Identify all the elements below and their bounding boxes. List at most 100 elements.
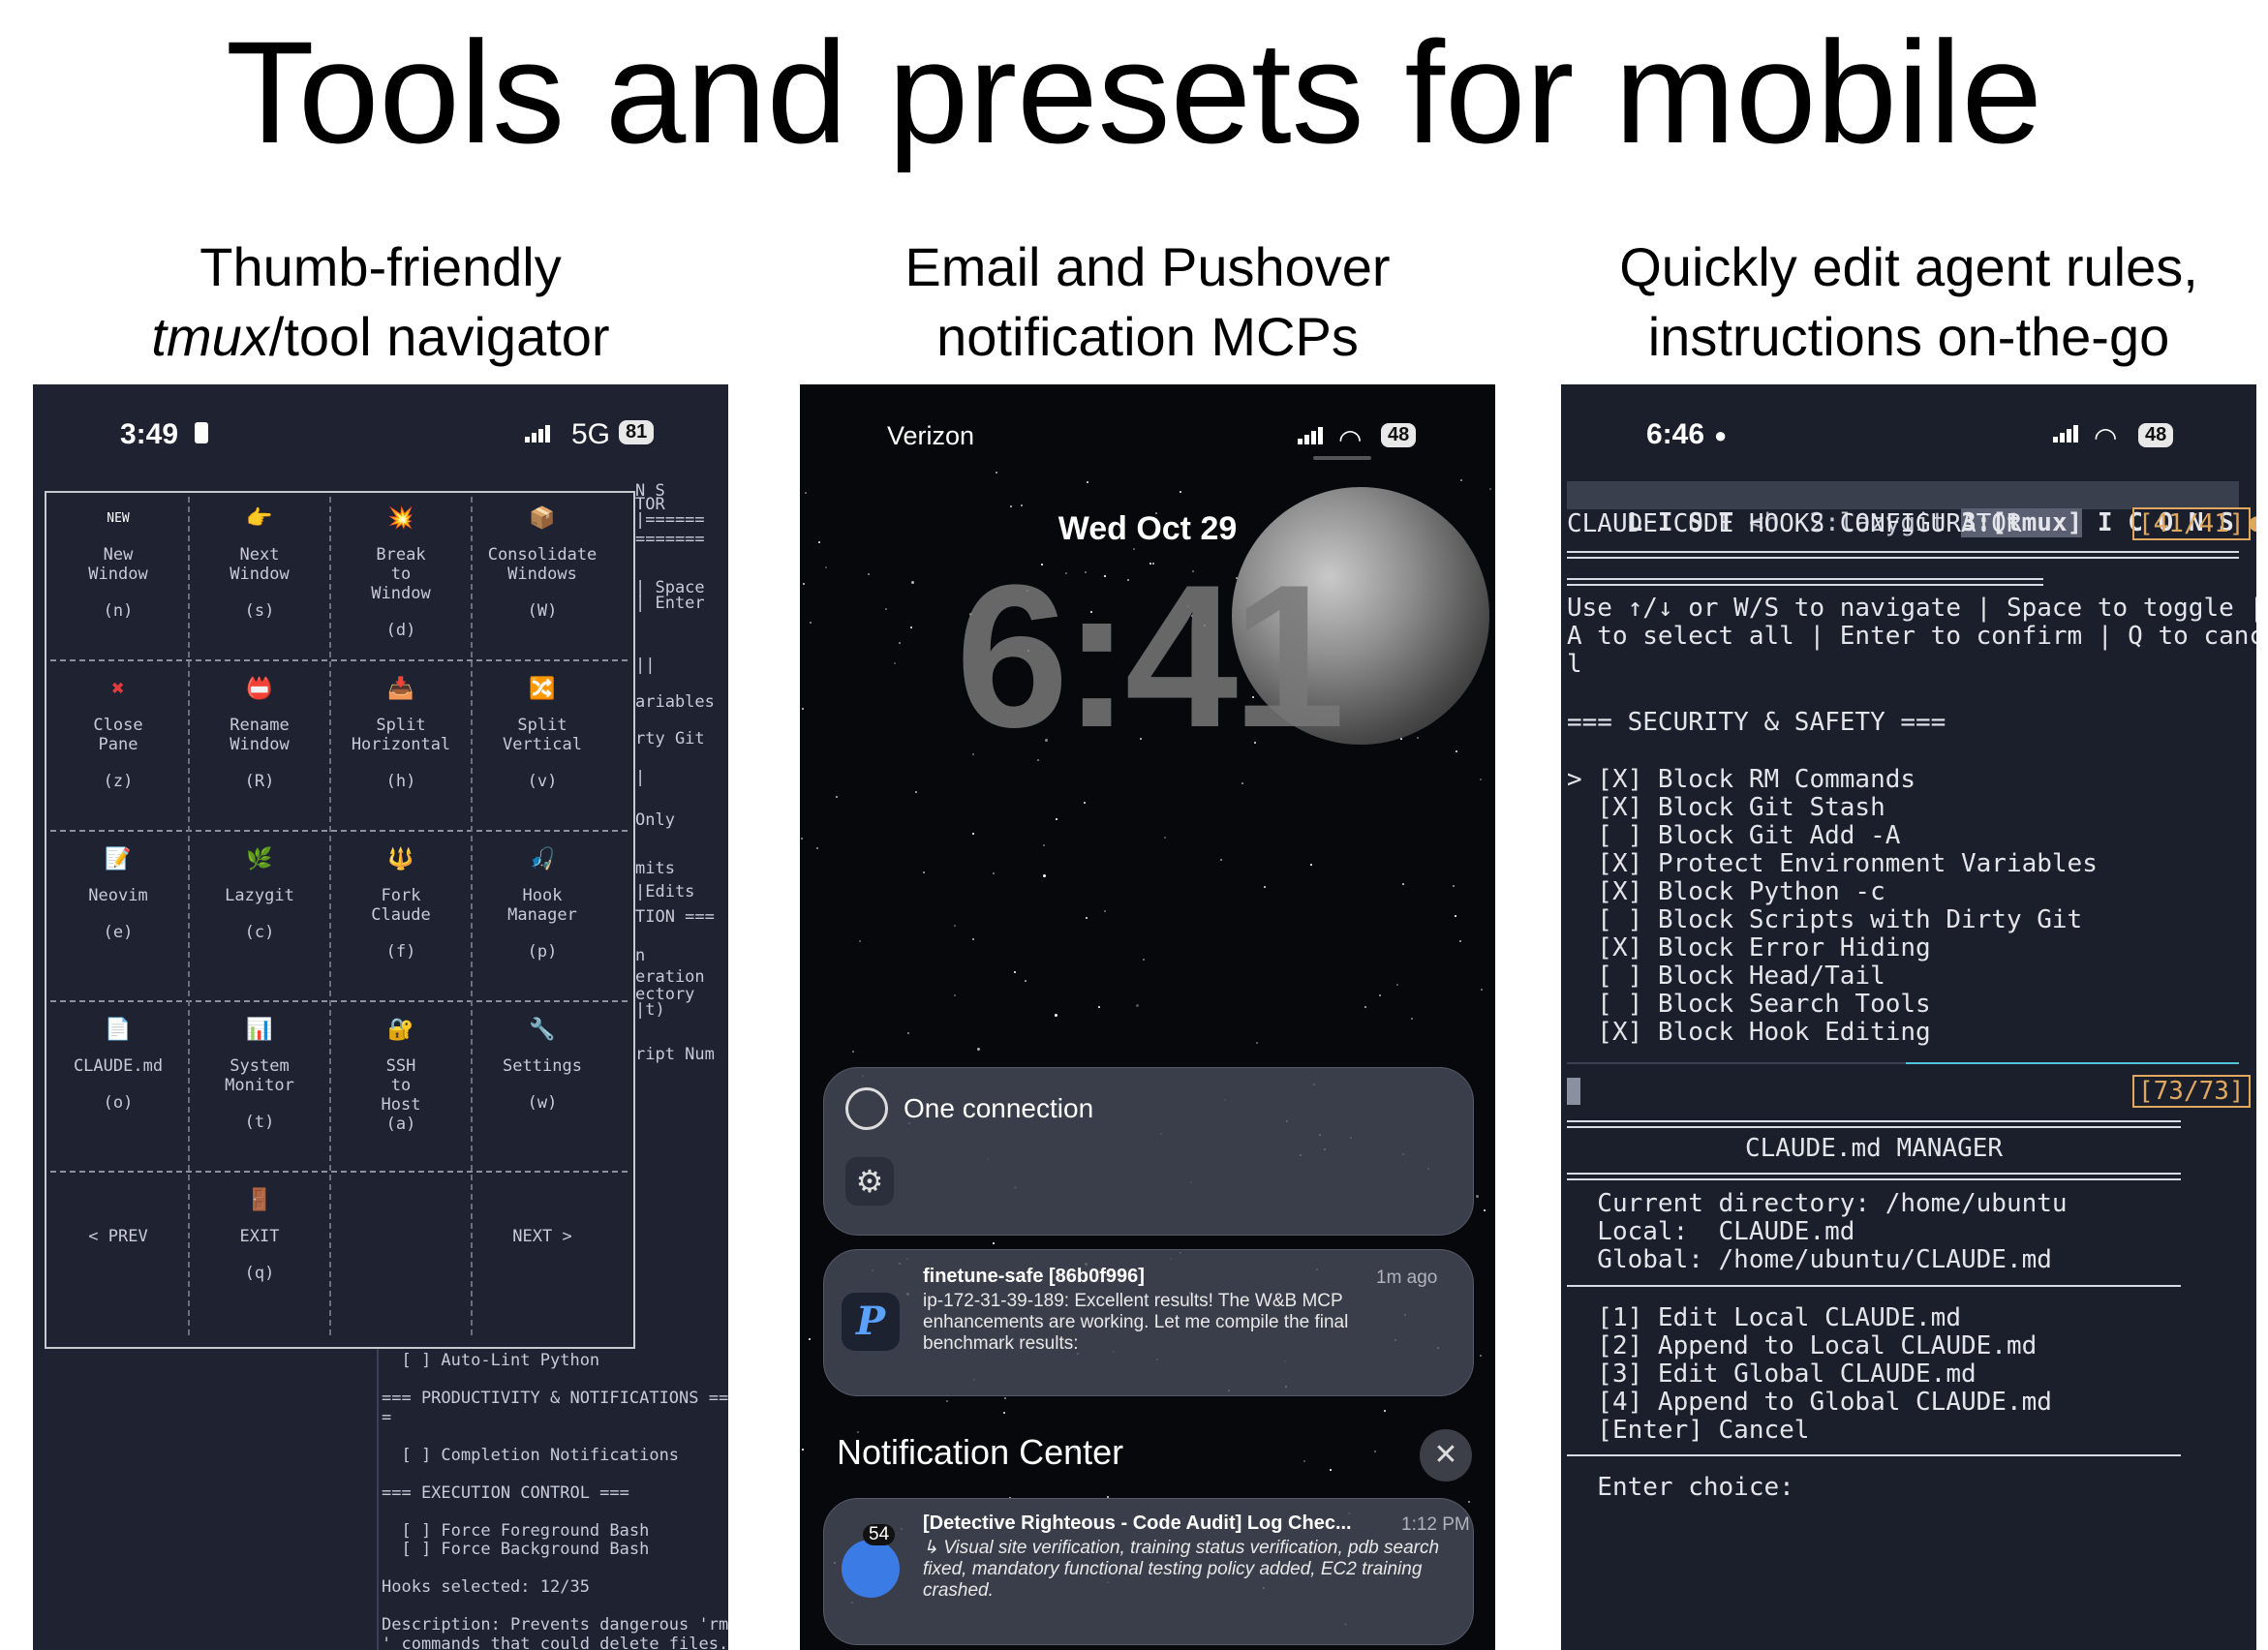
navigator-cell[interactable]: 📛 Rename Window (R) — [192, 675, 327, 840]
star-dot — [1241, 782, 1243, 784]
hook-list-line — [382, 1370, 728, 1390]
hook-list-line — [382, 1559, 728, 1578]
hook-toggle-item[interactable]: [X] Block Error Hiding — [1567, 934, 2098, 962]
manager-options[interactable]: [1] Edit Local CLAUDE.md [2] Append to L… — [1567, 1304, 2052, 1445]
caption-line: Email and Pushover — [904, 236, 1391, 297]
section-security: === SECURITY & SAFETY === — [1567, 708, 1946, 737]
side-text-line: | Enter — [635, 594, 705, 613]
cell-key: (R) — [244, 772, 275, 791]
navigator-cell[interactable]: 🔱 Fork Claude (f) — [333, 845, 469, 1010]
hook-toggle-item[interactable]: [ ] Block Scripts with Dirty Git — [1567, 906, 2098, 934]
hook-toggle-item[interactable]: [X] Block Hook Editing — [1567, 1019, 2098, 1047]
hook-toggle-item[interactable]: > [X] Block RM Commands — [1567, 766, 2098, 794]
hook-toggle-item[interactable]: [X] Block Python -c — [1567, 878, 2098, 906]
cursor-block — [1567, 1078, 1580, 1105]
signal-icon — [1298, 427, 1325, 446]
navigator-cell[interactable]: 💥 Break to Window (d) — [333, 504, 469, 669]
hook-list-line: Hooks selected: 12/35 — [382, 1577, 590, 1597]
star-dot — [1453, 885, 1455, 887]
hook-list-line: = — [382, 1407, 392, 1427]
cloud-icon — [845, 1087, 888, 1130]
star-dot — [1468, 1501, 1470, 1503]
navigator-cell[interactable]: 🎣 Hook Manager (p) — [475, 845, 610, 1010]
cell-icon: 🔧 — [529, 1018, 556, 1042]
cell-key: (z) — [103, 772, 134, 791]
page-title: Tools and presets for mobile — [226, 11, 2042, 173]
star-dot — [816, 847, 818, 849]
navigator-cell[interactable]: 📄 CLAUDE.md (o) — [50, 1016, 186, 1180]
email-notification[interactable]: 54 [Detective Righteous - Code Audit] Lo… — [823, 1498, 1474, 1645]
navigator-cell[interactable]: NEXT > — [475, 1186, 610, 1351]
hook-list-line: === EXECUTION CONTROL === — [382, 1482, 629, 1503]
star-dot — [1136, 1004, 1139, 1007]
manager-title: CLAUDE.md MANAGER — [1744, 1134, 2004, 1163]
side-text-line: ariables — [635, 692, 715, 712]
cell-icon: 📥 — [387, 677, 414, 701]
hook-list-line: ' commands that could delete files. — [382, 1634, 728, 1650]
battery-indicator: 48 — [1381, 423, 1417, 447]
directory-info: Current directory: /home/ubuntu Local: C… — [1597, 1189, 2068, 1274]
cell-label: Settings — [503, 1056, 582, 1076]
hook-list-line — [382, 1426, 728, 1446]
star-dot — [1084, 802, 1086, 804]
navigator-cell[interactable]: 🌿 Lazygit (c) — [192, 845, 327, 1010]
navigator-cell[interactable]: < PREV — [50, 1186, 186, 1351]
navigator-cell[interactable]: 🚪 EXIT (q) — [192, 1186, 327, 1351]
counter-top-value: [41/41] — [2132, 507, 2251, 540]
navigator-cell[interactable]: 📊 System Monitor (t) — [192, 1016, 327, 1180]
star-dot — [805, 492, 807, 494]
hook-list: > [X] Block RM Commands [X] Block Git St… — [1567, 766, 2098, 1047]
divider — [1567, 1173, 2181, 1180]
star-dot — [1025, 980, 1027, 982]
star-dot — [1104, 910, 1106, 912]
hook-toggle-item[interactable]: [ ] Block Git Add -A — [1567, 822, 2098, 850]
star-dot — [923, 871, 925, 873]
hook-list-line: [ ] Auto-Lint Python — [382, 1351, 600, 1370]
cell-key: (o) — [103, 1093, 134, 1113]
navigator-cell[interactable]: 🔐 SSH to Host (a) — [333, 1016, 469, 1180]
row-separator — [50, 659, 628, 661]
star-dot — [1384, 1410, 1386, 1412]
phone-lock-screen: Verizon ◠ 48 Wed Oct 29 6:41 One connect… — [800, 384, 1495, 1650]
navigator-cell[interactable] — [333, 1186, 469, 1351]
navigator-cell[interactable]: 📝 Neovim (e) — [50, 845, 186, 1010]
hook-toggle-item[interactable]: [X] Protect Environment Variables — [1567, 850, 2098, 878]
cell-label: Break to Window — [371, 545, 431, 603]
caption-line: Thumb-friendly — [199, 236, 562, 297]
lemon-icon: ● — [2249, 508, 2256, 537]
cell-icon — [475, 1186, 610, 1215]
cell-label: New Window — [88, 545, 148, 584]
notification-title: finetune-safe [86b0f996] — [923, 1266, 1145, 1287]
cell-key: (e) — [103, 923, 134, 942]
cell-label: SSH to Host (a) — [381, 1056, 421, 1134]
cell-icon: 🔀 — [529, 677, 556, 701]
hook-list-line — [382, 1464, 728, 1483]
star-dot — [1374, 1451, 1376, 1452]
navigator-cell[interactable]: ✖ Close Pane (z) — [50, 675, 186, 840]
navigator-cell[interactable]: NEW New Window (n) — [50, 504, 186, 669]
hook-toggle-item[interactable]: [X] Block Git Stash — [1567, 794, 2098, 822]
star-dot — [1476, 1195, 1479, 1198]
hook-toggle-item[interactable]: [ ] Block Search Tools — [1567, 991, 2098, 1019]
star-dot — [1021, 504, 1023, 506]
connection-card[interactable]: One connection ⚙ — [823, 1067, 1474, 1236]
side-text-line: Only — [635, 810, 675, 830]
caption-italic: tmux — [151, 306, 269, 367]
navigator-cell[interactable]: 📦 Consolidate Windows (W) — [475, 504, 610, 669]
choice-prompt[interactable]: Enter choice: — [1567, 1474, 1794, 1502]
counter-bottom: [73/73] — [2132, 1075, 2251, 1108]
navigator-cell[interactable]: 👉 Next Window (s) — [192, 504, 327, 669]
cell-icon: 🎣 — [529, 847, 556, 871]
cell-icon: NEW — [107, 511, 130, 526]
close-icon[interactable]: ✕ — [1420, 1429, 1472, 1482]
pushover-notification[interactable]: P finetune-safe [86b0f996] 1m ago ip-172… — [823, 1249, 1474, 1396]
star-dot — [915, 791, 917, 793]
navigator-cell[interactable]: 📥 Split Horizontal (h) — [333, 675, 469, 840]
star-dot — [1003, 1412, 1005, 1414]
star-dot — [802, 1449, 804, 1451]
navigator-cell[interactable]: 🔀 Split Vertical (v) — [475, 675, 610, 840]
cell-label: Next Window — [230, 545, 290, 584]
navigator-cell[interactable]: 🔧 Settings (w) — [475, 1016, 610, 1180]
cell-label: EXIT — [239, 1227, 280, 1246]
hook-toggle-item[interactable]: [ ] Block Head/Tail — [1567, 962, 2098, 991]
